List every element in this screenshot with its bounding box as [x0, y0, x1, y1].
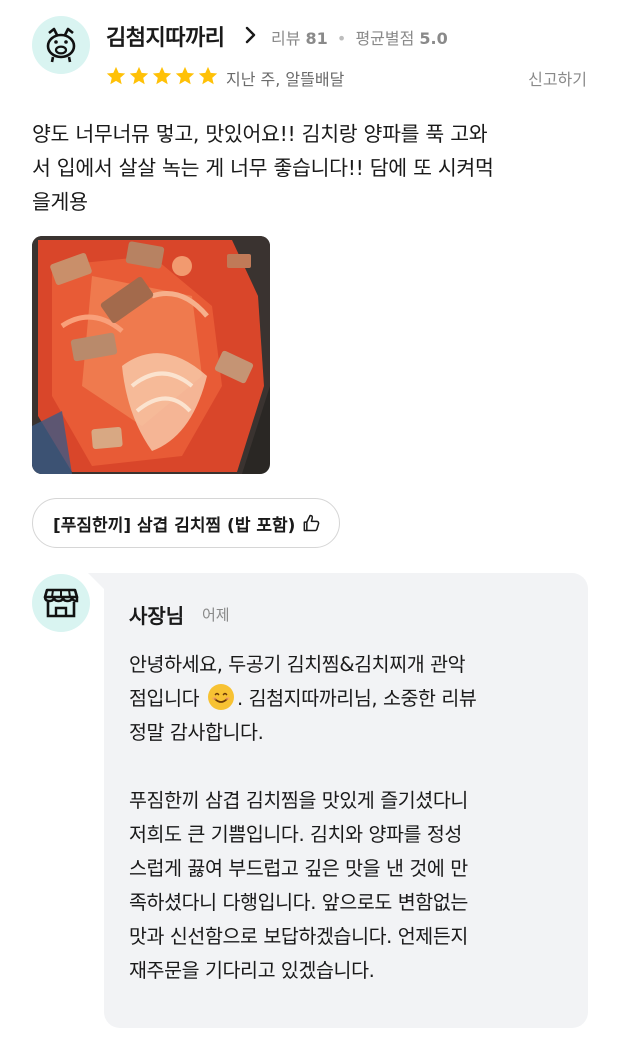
- reply-line-start: 점입니다: [129, 687, 200, 710]
- review-photo[interactable]: [32, 236, 270, 474]
- star-icon: [175, 66, 195, 85]
- reply-line-end: . 김첨지따까리님, 소중한 리뷰: [236, 687, 477, 710]
- avg-rating-label: 평균별점: [355, 29, 415, 48]
- reply-line: 저희도 큰 기쁨입니다. 김치와 양파를 정성: [129, 823, 462, 846]
- review-count: 81: [305, 29, 328, 48]
- reviewer-name[interactable]: 김첨지따까리: [106, 20, 225, 52]
- reply-line: 안녕하세요, 두공기 김치찜&김치찌개 관악: [129, 653, 466, 676]
- star-icon: [198, 66, 218, 85]
- reviewer-avatar[interactable]: [32, 16, 90, 74]
- reply-line: 푸짐한끼 삼겹 김치찜을 맛있게 즐기셨다니: [129, 789, 468, 812]
- reply-line: 족하셨다니 다행입니다. 앞으로도 변함없는: [129, 891, 468, 914]
- review-date: 지난 주, 알뜰배달: [226, 70, 345, 89]
- reply-line: 맛과 신선함으로 보답하겠습니다. 언제든지: [129, 925, 468, 948]
- review-text-line: 서 입에서 살살 녹는 게 너무 좋습니다!! 담에 또 시켜먹: [32, 156, 494, 180]
- reply-line: 점입니다 . 김첨지따까리님, 소중한 리뷰: [129, 682, 569, 716]
- separator-dot: •: [336, 29, 347, 48]
- owner-reply-date: 어제: [202, 606, 230, 624]
- reviewer-stats: 리뷰 81 • 평균별점 5.0: [271, 25, 448, 49]
- chevron-right-icon[interactable]: [244, 24, 258, 46]
- store-icon: [43, 588, 79, 618]
- pig-face-icon: [46, 27, 76, 63]
- owner-avatar: [32, 574, 90, 632]
- review-text-line: 을게용: [32, 190, 88, 214]
- reply-line: 스럽게 끓여 부드럽고 깊은 맛을 낸 것에 만: [129, 857, 468, 880]
- thumbs-up-icon: [304, 514, 320, 532]
- review-text: 양도 너무너뮤 멓고, 맛있어요!! 김치랑 양파를 푹 고와 서 입에서 살살…: [32, 117, 588, 219]
- owner-name: 사장님: [129, 604, 185, 628]
- smiling-face-emoji-icon: [207, 684, 234, 710]
- star-icon: [129, 66, 149, 85]
- ordered-menu-label: [푸짐한끼] 삼겹 김치찜 (밥 포함): [53, 515, 296, 536]
- review-text-line: 양도 너무너뮤 멓고, 맛있어요!! 김치랑 양파를 푹 고와: [32, 122, 488, 146]
- kimchi-jjim-photo: [32, 236, 270, 474]
- star-icon: [106, 66, 126, 85]
- owner-reply-text: 안녕하세요, 두공기 김치찜&김치찌개 관악 점입니다 . 김첨지따까리님, 소…: [129, 648, 569, 988]
- reply-line: 재주문을 기다리고 있겠습니다.: [129, 959, 375, 982]
- report-link[interactable]: 신고하기: [528, 66, 587, 90]
- reply-line: 정말 감사합니다.: [129, 721, 264, 744]
- ordered-menu-chip[interactable]: [푸짐한끼] 삼겹 김치찜 (밥 포함): [32, 498, 341, 548]
- star-icon: [152, 66, 172, 85]
- avg-rating: 5.0: [419, 29, 448, 48]
- rating-stars: [105, 65, 219, 87]
- review-count-label: 리뷰: [271, 29, 301, 48]
